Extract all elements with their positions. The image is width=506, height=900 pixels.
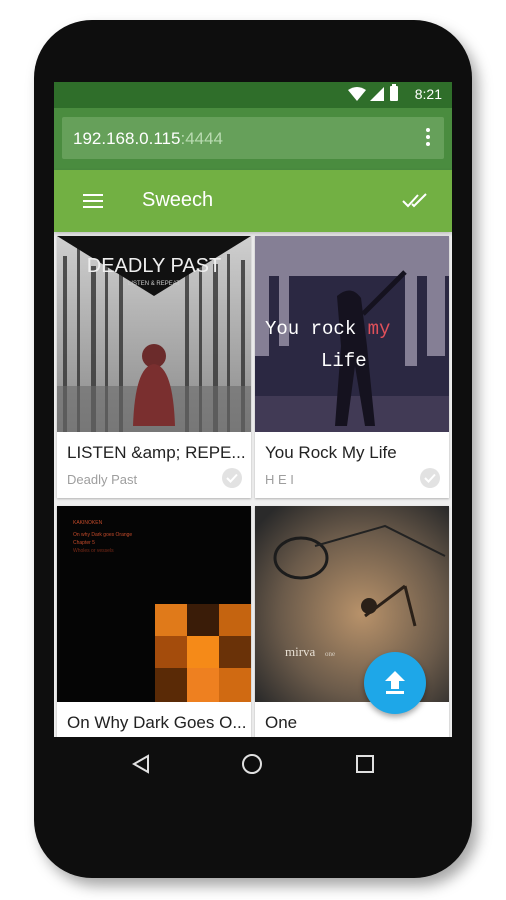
wifi-icon	[348, 87, 366, 101]
hamburger-icon[interactable]	[83, 194, 103, 212]
status-time: 8:21	[414, 86, 442, 102]
album-artist: Deadly Past	[67, 472, 138, 487]
signal-icon	[370, 87, 384, 101]
art-title: DEADLY PAST	[87, 255, 222, 277]
art-title: mirva	[285, 644, 316, 659]
url-host: 192.168.0.115	[73, 129, 181, 148]
url-field[interactable]: 192.168.0.115:4444	[62, 117, 444, 159]
url-text: 192.168.0.115:4444	[73, 129, 223, 149]
art-line: On why Dark goes Orange	[73, 532, 132, 538]
browser-url-bar: 192.168.0.115:4444	[54, 108, 452, 170]
album-artist: H E I	[265, 472, 294, 487]
back-icon[interactable]	[132, 754, 150, 774]
art-line: KAKINOKEN	[73, 520, 103, 526]
upload-button[interactable]	[364, 652, 426, 714]
album-card[interactable]: DEADLY PAST LISTEN & REPEAT LISTEN &amp;…	[57, 236, 251, 498]
art-subtitle: one	[325, 650, 335, 658]
home-icon[interactable]	[242, 754, 262, 774]
album-title: One	[265, 713, 298, 732]
album-art: KAKINOKEN On why Dark goes Orange Chapte…	[57, 506, 251, 702]
app-bar: Sweech	[54, 170, 452, 232]
art-title: You rock my	[265, 318, 390, 340]
album-art: You rock my Life	[255, 236, 449, 432]
album-art: DEADLY PAST LISTEN & REPEAT	[57, 236, 251, 432]
album-card[interactable]: You rock my Life You Rock My Life H E I	[255, 236, 449, 498]
select-check-icon[interactable]	[420, 468, 440, 488]
art-line: Chapter 5	[73, 540, 95, 546]
done-all-icon[interactable]	[402, 190, 430, 210]
art-line: Wholes or vessels	[73, 548, 114, 554]
art-subtitle: LISTEN & REPEAT	[128, 281, 180, 287]
battery-icon	[390, 84, 398, 101]
device-screen: 8:21 192.168.0.115:4444 Sweech DEADLY PA…	[54, 82, 452, 737]
album-title: LISTEN &amp; REPE...	[67, 443, 245, 462]
system-nav-bar	[54, 737, 452, 793]
album-card[interactable]: mirva one One	[255, 506, 449, 737]
recents-icon[interactable]	[356, 755, 374, 773]
album-title: On Why Dark Goes O...	[67, 713, 245, 732]
upload-icon	[385, 671, 405, 694]
select-check-icon[interactable]	[222, 468, 242, 488]
art-subtitle: Life	[321, 350, 367, 372]
status-bar: 8:21	[54, 82, 452, 108]
url-port: :4444	[180, 129, 224, 148]
app-title: Sweech	[142, 189, 214, 211]
album-title: You Rock My Life	[265, 443, 397, 462]
album-card[interactable]: KAKINOKEN On why Dark goes Orange Chapte…	[57, 506, 251, 737]
overflow-menu-icon[interactable]	[426, 128, 430, 149]
